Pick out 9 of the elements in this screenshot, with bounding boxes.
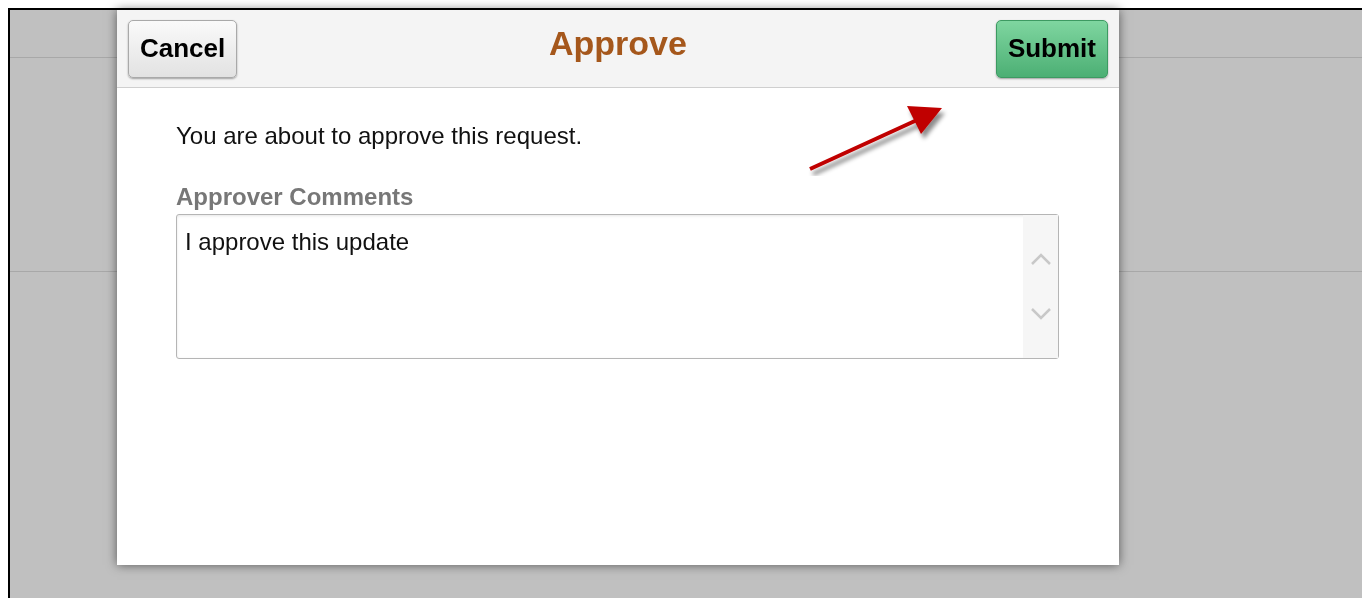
- comments-field[interactable]: I approve this update: [176, 214, 1059, 359]
- confirmation-message: You are about to approve this request.: [176, 122, 584, 150]
- cancel-button[interactable]: Cancel: [128, 19, 238, 78]
- scroll-down-icon[interactable]: [1030, 307, 1052, 321]
- scroll-up-icon[interactable]: [1030, 252, 1052, 266]
- scrollbar[interactable]: [1023, 215, 1058, 358]
- dialog-title: Approve: [549, 24, 687, 62]
- submit-button[interactable]: Submit: [995, 19, 1108, 78]
- comments-label: Approver Comments: [176, 183, 414, 211]
